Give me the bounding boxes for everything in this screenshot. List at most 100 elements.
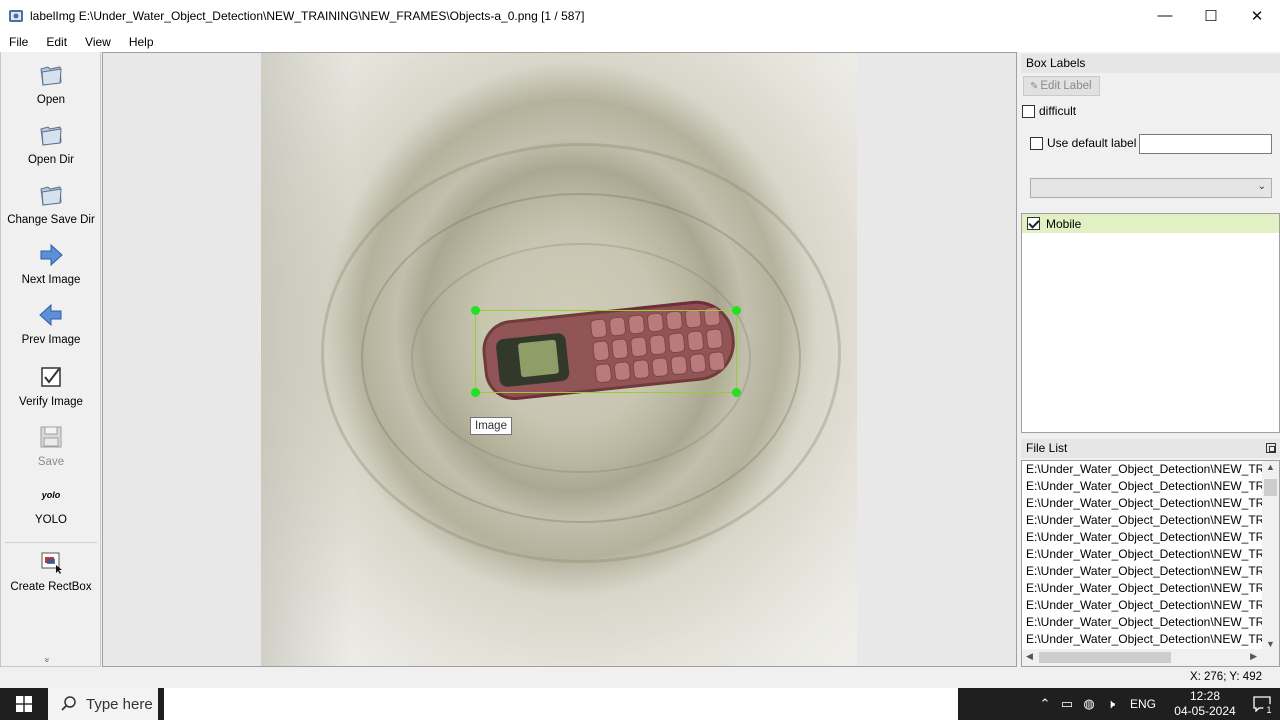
bbox-handle-top-left[interactable] [471, 306, 480, 315]
difficult-checkbox[interactable] [1022, 104, 1035, 118]
scrollbar-thumb[interactable] [1264, 479, 1277, 496]
menu-bar: File Edit View Help [0, 31, 1280, 52]
scroll-up-icon[interactable]: ▲ [1266, 462, 1275, 472]
bbox-handle-bottom-right[interactable] [732, 388, 741, 397]
yolo-label: YOLO [35, 514, 67, 526]
meet-now-icon[interactable]: ▭ [1056, 688, 1078, 720]
arrow-left-icon [38, 302, 64, 328]
file-list-item[interactable]: E:\Under_Water_Object_Detection\NEW_TRA [1022, 461, 1262, 478]
save-label: Save [37, 456, 65, 468]
taskbar-clock[interactable]: 12:28 04-05-2024 [1166, 689, 1244, 719]
scrollbar-thumb[interactable] [1039, 652, 1171, 663]
maximize-icon: ☐ [1204, 7, 1218, 25]
file-list[interactable]: E:\Under_Water_Object_Detection\NEW_TRA … [1021, 460, 1280, 667]
bbox-handle-top-right[interactable] [732, 306, 741, 315]
scroll-down-icon[interactable]: ▼ [1266, 639, 1275, 649]
chevron-up-icon[interactable]: ⌃ [1034, 688, 1056, 720]
file-list-item[interactable]: E:\Under_Water_Object_Detection\NEW_TRA [1022, 478, 1262, 495]
prev-image-button[interactable]: Prev Image [1, 302, 101, 346]
difficult-checkbox-row[interactable]: difficult [1022, 104, 1076, 118]
file-list-item[interactable]: E:\Under_Water_Object_Detection\NEW_TRA [1022, 631, 1262, 648]
maximize-button[interactable]: ☐ [1188, 0, 1234, 31]
floppy-save-icon [38, 424, 64, 450]
language-indicator[interactable]: ENG [1130, 697, 1156, 711]
window-title: labelImg E:\Under_Water_Object_Detection… [30, 8, 585, 23]
menu-view[interactable]: View [76, 35, 120, 49]
file-list-item[interactable]: E:\Under_Water_Object_Detection\NEW_TRA [1022, 580, 1262, 597]
file-list-item[interactable]: E:\Under_Water_Object_Detection\NEW_TRA [1022, 529, 1262, 546]
menu-edit[interactable]: Edit [37, 35, 76, 49]
chevron-down-icon: ⌄ [1257, 181, 1266, 192]
label-item-mobile[interactable]: Mobile [1022, 214, 1279, 233]
bbox-handle-bottom-left[interactable] [471, 388, 480, 397]
label-combobox[interactable]: ⌄ [1030, 178, 1272, 198]
create-rectbox-button[interactable]: Create RectBox [1, 549, 101, 593]
toolbar-divider [5, 542, 97, 543]
file-list-vertical-scrollbar[interactable]: ▲ ▼ [1262, 461, 1279, 650]
file-list-item[interactable]: E:\Under_Water_Object_Detection\NEW_TRA [1022, 546, 1262, 563]
yolo-format-button[interactable]: yolo YOLO [1, 488, 101, 526]
close-button[interactable]: ✕ [1234, 0, 1280, 31]
open-dir-label: Open Dir [27, 154, 75, 166]
verify-image-button[interactable]: Verify Image [1, 364, 101, 408]
bounding-box-mobile[interactable] [471, 306, 741, 397]
open-dir-button[interactable]: Open Dir [1, 122, 101, 166]
prev-image-label: Prev Image [21, 334, 81, 346]
file-list-item[interactable]: E:\Under_Water_Object_Detection\NEW_TRA [1022, 597, 1262, 614]
open-label: Open [36, 94, 66, 106]
speaker-muted-icon[interactable]: 🕨 [1100, 688, 1122, 720]
label-visible-checkbox[interactable] [1027, 217, 1040, 230]
rectbox-icon [38, 549, 64, 575]
yolo-icon: yolo [41, 490, 61, 500]
next-image-label: Next Image [21, 274, 81, 286]
edit-label-button[interactable]: ✎ Edit Label [1023, 76, 1100, 96]
scroll-right-icon[interactable]: ▶ [1250, 651, 1257, 662]
cursor-coordinates: X: 276; Y: 492 [1189, 671, 1262, 683]
default-label-input[interactable] [1139, 134, 1272, 154]
checkbox-verify-icon [38, 364, 64, 390]
menu-help[interactable]: Help [120, 35, 163, 49]
notification-count-badge: 1 [1263, 704, 1275, 716]
change-save-dir-button[interactable]: Change Save Dir [1, 182, 101, 226]
windows-logo-icon [16, 696, 32, 712]
network-globe-icon[interactable]: ◍ [1078, 688, 1100, 720]
box-labels-panel: Box Labels ✎ Edit Label difficult Use de… [1021, 54, 1280, 433]
close-icon: ✕ [1250, 7, 1264, 25]
use-default-label-checkbox[interactable] [1030, 136, 1043, 150]
clock-date: 04-05-2024 [1174, 704, 1236, 718]
minimize-button[interactable]: — [1142, 0, 1188, 31]
use-default-label-text: Use default label [1047, 136, 1137, 150]
labelimg-app-icon [8, 8, 24, 24]
system-tray: ⌃ ▭ ◍ 🕨 ENG 12:28 04-05-2024 1 [1034, 688, 1280, 720]
undock-float-icon[interactable] [1266, 443, 1276, 453]
clock-time: 12:28 [1189, 689, 1221, 703]
start-button[interactable] [0, 688, 48, 720]
title-bar: labelImg E:\Under_Water_Object_Detection… [0, 0, 1280, 31]
file-list-title-bar: File List [1021, 439, 1280, 458]
notification-center-button[interactable]: 1 [1244, 688, 1280, 720]
toolbar-extension-chevron-icon[interactable]: » [43, 657, 53, 662]
menu-file[interactable]: File [0, 35, 37, 49]
taskbar-search-extension[interactable] [164, 688, 958, 720]
verify-image-label: Verify Image [19, 396, 83, 408]
file-list-item[interactable]: E:\Under_Water_Object_Detection\NEW_TRA [1022, 614, 1262, 631]
image-canvas[interactable]: Image [102, 52, 1017, 667]
save-button[interactable]: Save [1, 424, 101, 468]
label-list[interactable]: Mobile [1021, 213, 1280, 433]
file-list-item[interactable]: E:\Under_Water_Object_Detection\NEW_TRA [1022, 563, 1262, 580]
file-list-panel: File List E:\Under_Water_Object_Detectio… [1021, 439, 1280, 667]
file-list-item[interactable]: E:\Under_Water_Object_Detection\NEW_TRA [1022, 495, 1262, 512]
edit-label-text: Edit Label [1040, 80, 1092, 92]
pencil-icon: ✎ [1030, 80, 1039, 92]
folder-open-icon [38, 122, 64, 148]
left-toolbar: Open Open Dir Change Save Dir Next Image… [0, 52, 101, 667]
file-list-horizontal-scrollbar[interactable]: ◀ ▶ [1022, 649, 1279, 666]
use-default-label-row[interactable]: Use default label [1030, 136, 1136, 150]
scroll-left-icon[interactable]: ◀ [1026, 651, 1033, 662]
next-image-button[interactable]: Next Image [1, 242, 101, 286]
folder-open-icon [38, 182, 64, 208]
folder-open-icon [38, 62, 64, 88]
file-list-item[interactable]: E:\Under_Water_Object_Detection\NEW_TRA [1022, 512, 1262, 529]
taskbar-search[interactable]: Type here [48, 688, 158, 720]
open-button[interactable]: Open [1, 62, 101, 106]
